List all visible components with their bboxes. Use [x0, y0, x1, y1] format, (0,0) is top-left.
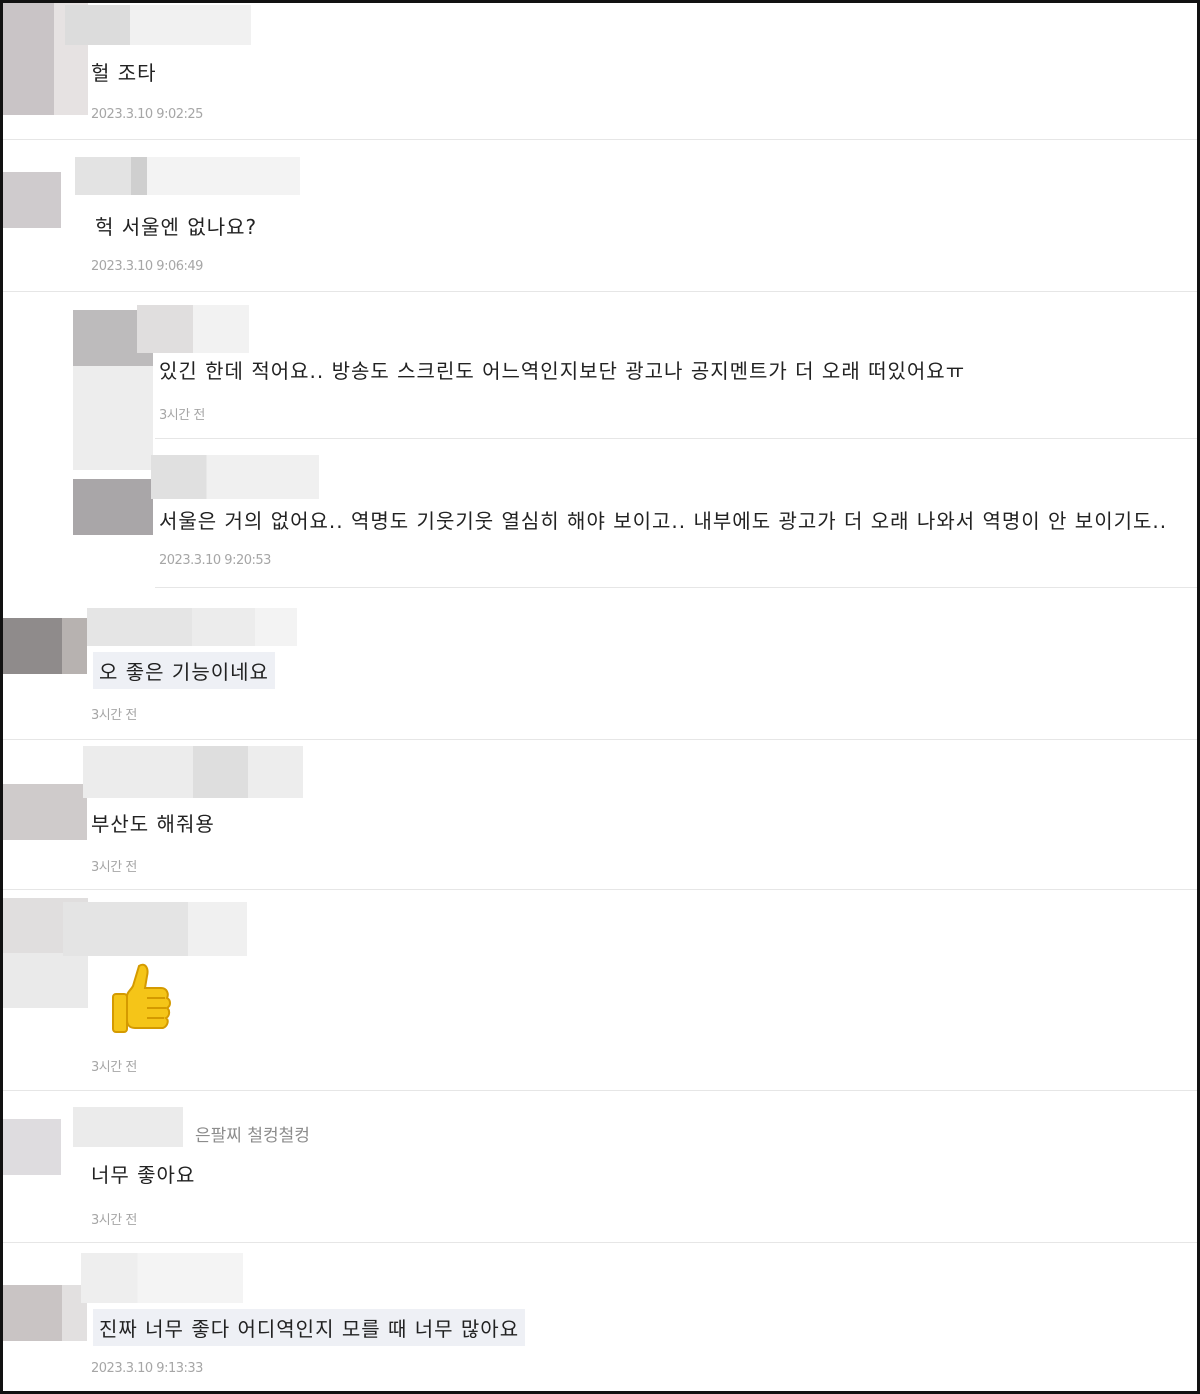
reply-item: 서울은 거의 없어요.. 역명도 기웃기웃 열심히 해야 보이고.. 내부에도 …: [73, 439, 1197, 588]
comment-item: 헐 조타 2023.3.10 9:02:25: [3, 3, 1197, 140]
username[interactable]: [87, 608, 297, 646]
comment-item: 부산도 해줘용 3시간 전: [3, 740, 1197, 890]
comment-time: 2023.3.10 9:02:25: [91, 107, 203, 122]
comment-text: 너무 좋아요: [91, 1163, 196, 1187]
comment-item: 진짜 너무 좋다 어디역인지 모를 때 너무 많아요 2023.3.10 9:1…: [3, 1243, 1197, 1391]
username[interactable]: [75, 157, 300, 195]
comment-text: 헉 서울엔 없나요?: [95, 215, 258, 239]
avatar[interactable]: [3, 1285, 87, 1341]
username[interactable]: [63, 902, 247, 956]
comment-time: 2023.3.10 9:06:49: [91, 259, 203, 274]
comment-item: 은팔찌 철컹철컹 너무 좋아요 3시간 전: [3, 1091, 1197, 1243]
comment-list: 헐 조타 2023.3.10 9:02:25 헉 서울엔 없나요? 2023.3…: [0, 0, 1200, 1394]
comment-text: 서울은 거의 없어요.. 역명도 기웃기웃 열심히 해야 보이고.. 내부에도 …: [159, 509, 1168, 533]
username[interactable]: [83, 746, 303, 798]
username[interactable]: [73, 1107, 183, 1147]
comment-item: 헉 서울엔 없나요? 2023.3.10 9:06:49: [3, 140, 1197, 292]
reply-item: 있긴 한데 적어요.. 방송도 스크린도 어느역인지보단 광고나 공지멘트가 더…: [73, 292, 1197, 470]
comment-text: 있긴 한데 적어요.. 방송도 스크린도 어느역인지보단 광고나 공지멘트가 더…: [159, 359, 966, 383]
comment-time: 3시간 전: [91, 1213, 137, 1228]
username[interactable]: [65, 5, 251, 45]
comment-item: 3시간 전: [3, 890, 1197, 1091]
comment-time: 3시간 전: [91, 708, 137, 723]
comment-time: 2023.3.10 9:13:33: [91, 1361, 203, 1376]
comment-text: 부산도 해줘용: [91, 812, 215, 836]
comment-time: 3시간 전: [159, 408, 205, 423]
comment-time: 3시간 전: [91, 1060, 137, 1075]
avatar[interactable]: [3, 172, 61, 228]
thumbs-up-icon: [112, 963, 171, 1033]
username[interactable]: [81, 1253, 243, 1303]
avatar[interactable]: [3, 1119, 61, 1175]
username[interactable]: [137, 305, 249, 353]
comment-text: 헐 조타: [91, 61, 157, 85]
comment-time: 2023.3.10 9:20:53: [159, 553, 271, 568]
avatar[interactable]: [3, 784, 87, 840]
comment-text: 오 좋은 기능이네요: [93, 652, 275, 689]
user-tag: 은팔찌 철컹철컹: [195, 1126, 310, 1146]
username[interactable]: [151, 455, 319, 499]
avatar[interactable]: [73, 479, 153, 535]
comment-item: 오 좋은 기능이네요 3시간 전: [3, 588, 1197, 740]
avatar[interactable]: [3, 618, 87, 674]
comment-time: 3시간 전: [91, 860, 137, 875]
comment-text: 진짜 너무 좋다 어디역인지 모를 때 너무 많아요: [93, 1309, 526, 1346]
